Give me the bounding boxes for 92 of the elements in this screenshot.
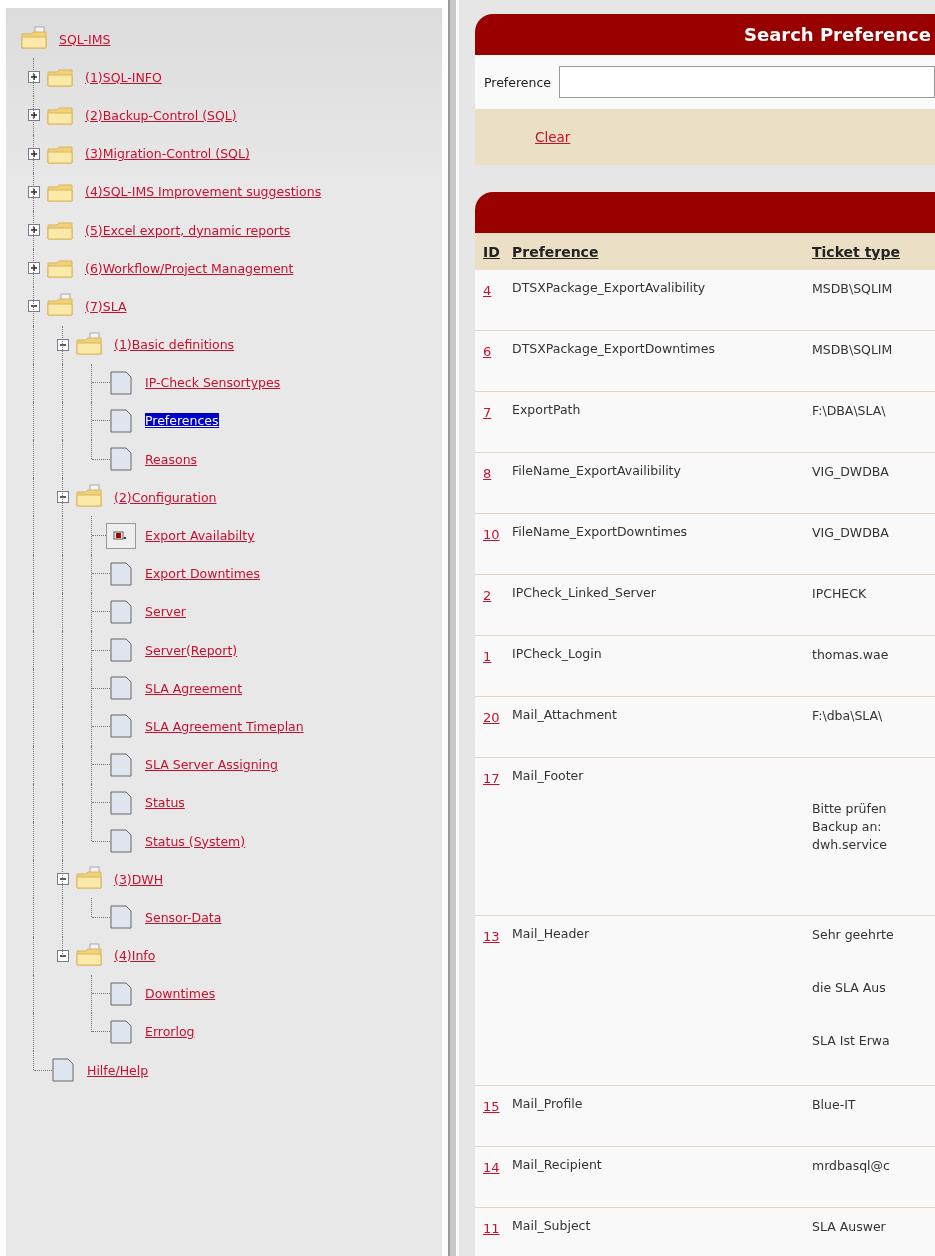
id-link[interactable]: 14 (483, 1160, 500, 1175)
tree-link[interactable]: Errorlog (145, 1024, 195, 1040)
id-link[interactable]: 6 (483, 344, 492, 359)
table-cell: ExportPath (512, 402, 581, 417)
table-cell-text: F:\dba\SLA\ (812, 707, 884, 725)
table-cell-text: die SLA Aus (812, 979, 887, 997)
table-cell: DTSXPackage_ExportDowntimes (512, 341, 715, 356)
id-link[interactable]: 1 (483, 649, 492, 664)
search-title: Search Preference (743, 24, 931, 45)
tree-link[interactable]: (6)Workflow/Project Management (85, 260, 294, 276)
column-header[interactable]: Ticket type (812, 243, 935, 260)
id-link[interactable]: 17 (483, 771, 500, 786)
tree-link[interactable]: SLA Agreement (145, 680, 243, 696)
tree-link[interactable]: (2)Configuration (114, 489, 217, 505)
expand-icon[interactable] (28, 147, 40, 160)
collapse-icon[interactable] (28, 300, 40, 313)
table-cell-text: Blue-IT (812, 1096, 857, 1114)
id-link[interactable]: 15 (483, 1099, 500, 1114)
id-link[interactable]: 4 (483, 283, 492, 298)
table-cell-text: MSDB\SQLIM (812, 280, 894, 298)
tree-link[interactable]: (4)Info (114, 948, 156, 964)
tree-link[interactable]: (4)SQL-IMS Improvement suggestions (85, 184, 322, 200)
tree-link[interactable]: (1)SQL-INFO (85, 69, 162, 85)
table-cell-text: SLA Auswer (812, 1218, 887, 1236)
expand-icon[interactable] (28, 71, 40, 84)
tree-link[interactable]: (3)Migration-Control (SQL) (85, 146, 250, 162)
id-link[interactable]: 11 (483, 1221, 500, 1236)
tree-link[interactable]: Export Downtimes (145, 566, 261, 582)
id-link[interactable]: 7 (483, 405, 492, 420)
id-link[interactable]: 8 (483, 466, 492, 481)
table-cell: DTSXPackage_ExportAvalibility (512, 280, 706, 295)
preference-input[interactable] (559, 66, 935, 98)
tree-link[interactable]: Export Availabilty (145, 528, 255, 544)
table-cell-text: SLA Ist Erwa (812, 1032, 891, 1050)
table-cell: Mail_Footer (512, 768, 584, 783)
column-header[interactable]: ID (483, 244, 500, 260)
expand-icon[interactable] (28, 262, 40, 275)
tree-link[interactable]: Preferences (145, 413, 219, 429)
table-cell: Mail_Recipient (512, 1157, 602, 1172)
id-link[interactable]: 13 (483, 929, 500, 944)
table-cell-text: IPCHECK (812, 585, 868, 603)
folder-document-icon (75, 331, 105, 358)
id-link[interactable]: 10 (483, 527, 500, 542)
tree-link[interactable]: SLA Agreement Timeplan (145, 718, 304, 734)
table-cell: Mail_Subject (512, 1218, 591, 1233)
tree-link[interactable]: (7)SLA (85, 298, 127, 314)
table-cell: Mail_Profile (512, 1096, 583, 1111)
table-cell: FileName_ExportDowntimes (512, 524, 688, 539)
table-cell-text: F:\DBA\SLA\ (812, 402, 887, 420)
tree-link[interactable]: (3)DWH (114, 871, 164, 887)
collapse-icon[interactable] (57, 873, 69, 886)
expand-icon[interactable] (28, 224, 40, 237)
id-link[interactable]: 2 (483, 588, 492, 603)
column-header[interactable]: Preference (512, 243, 599, 260)
table-cell-text: VIG_DWDBA (812, 463, 890, 481)
table-cell: Mail_Attachment (512, 707, 617, 722)
table-cell-text: dwh.service (812, 836, 888, 854)
tree-link[interactable]: Hilfe/Help (87, 1062, 149, 1078)
field-label: Preference (484, 74, 551, 90)
table-cell-text: Sehr geehrte (812, 926, 895, 944)
table-cell: IPCheck_Linked_Server (512, 585, 656, 600)
tree-link[interactable]: SLA Server Assigning (145, 757, 278, 773)
table-cell-text: mrdbasql@c (812, 1157, 891, 1175)
table-cell-text: Bitte prüfen (812, 800, 888, 818)
tree-link[interactable]: IP-Check Sensortypes (145, 375, 281, 391)
tree-link[interactable]: (5)Excel export, dynamic reports (85, 222, 291, 238)
expand-icon[interactable] (28, 109, 40, 122)
tree-link[interactable]: Downtimes (145, 986, 216, 1002)
table-cell: Mail_Header (512, 926, 590, 941)
collapse-icon[interactable] (57, 949, 69, 962)
tree-link[interactable]: Reasons (145, 451, 198, 467)
table-cell-text: thomas.wae (812, 646, 890, 664)
expand-icon[interactable] (28, 185, 40, 198)
tree-link[interactable]: Sensor-Data (145, 909, 222, 925)
table-cell-text: VIG_DWDBA (812, 524, 890, 542)
tree-link[interactable]: Status (145, 795, 185, 811)
table-cell-text: MSDB\SQLIM (812, 341, 894, 359)
tree-link[interactable]: (1)Basic definitions (114, 337, 235, 353)
clear-link[interactable]: Clear (535, 129, 571, 145)
table-cell: FileName_ExportAvailibility (512, 463, 681, 478)
tree-link[interactable]: Server (145, 604, 186, 620)
tree-link[interactable]: SQL-IMS (59, 31, 111, 47)
folder-document-icon (75, 942, 105, 969)
table-cell: IPCheck_Login (512, 646, 602, 661)
id-link[interactable]: 20 (483, 710, 500, 725)
collapse-icon[interactable] (57, 338, 69, 351)
tree-link[interactable]: Status (System) (145, 833, 246, 849)
tree-link[interactable]: Server(Report) (145, 642, 238, 658)
window-icon (106, 522, 136, 549)
tree-link[interactable]: (2)Backup-Control (SQL) (85, 107, 237, 123)
collapse-icon[interactable] (57, 491, 69, 504)
table-cell-text: Backup an: (812, 818, 883, 836)
